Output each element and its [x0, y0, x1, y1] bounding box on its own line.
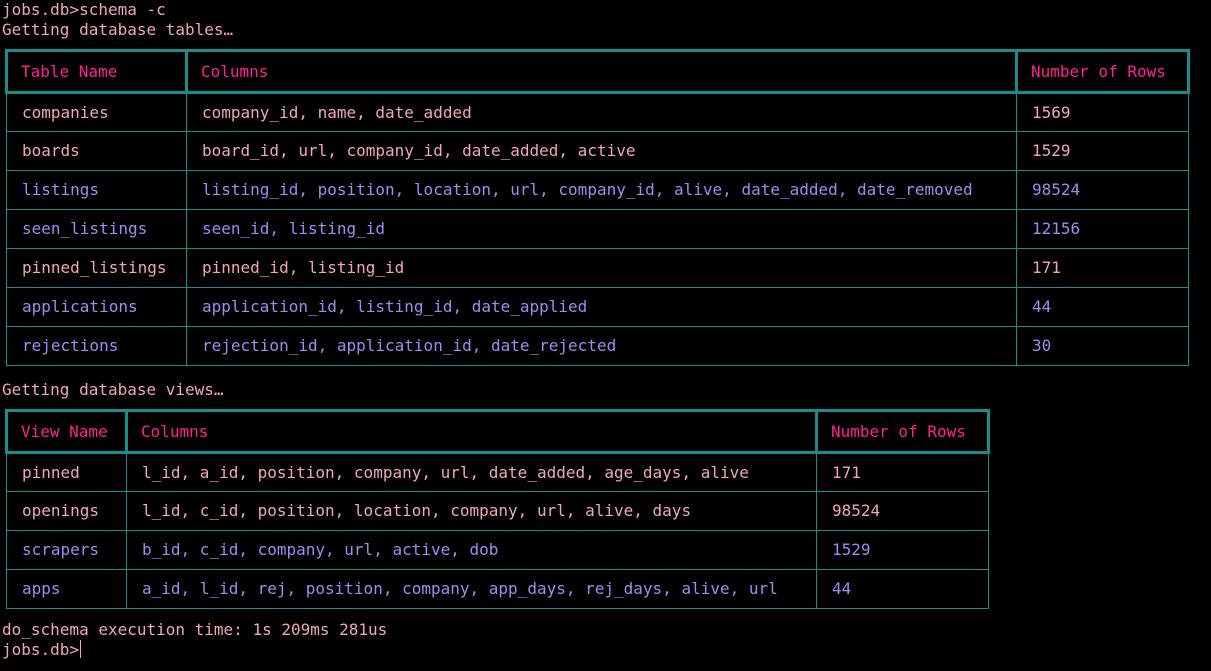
- columns-cell: application_id, listing_id, date_applied: [186, 287, 1017, 327]
- header-number-of-rows: Number of Rows: [1015, 49, 1190, 94]
- table-row: pinned l_id, a_id, position, company, ur…: [6, 452, 989, 492]
- table-name-cell: rejections: [6, 326, 187, 366]
- table-name-cell: seen_listings: [6, 209, 187, 249]
- table-name-cell: companies: [6, 92, 187, 132]
- table-row: companies company_id, name, date_added 1…: [6, 92, 1189, 132]
- row-count-cell: 1529: [816, 530, 989, 570]
- views-table-header-row: View Name Columns Number of Rows: [5, 409, 990, 454]
- view-name-cell: pinned: [6, 452, 127, 492]
- table-name-cell: pinned_listings: [6, 248, 187, 288]
- table-row: applications application_id, listing_id,…: [6, 287, 1189, 327]
- view-name-cell: apps: [6, 569, 127, 609]
- header-columns: Columns: [125, 409, 818, 454]
- row-count-cell: 30: [1016, 326, 1189, 366]
- row-count-cell: 1569: [1016, 92, 1189, 132]
- table-row: seen_listings seen_id, listing_id 12156: [6, 209, 1189, 249]
- command-line: jobs.db>schema -c: [2, 0, 166, 19]
- header-columns: Columns: [185, 49, 1018, 94]
- header-view-name: View Name: [5, 409, 128, 454]
- columns-cell: l_id, a_id, position, company, url, date…: [126, 452, 817, 492]
- table-name-cell: boards: [6, 131, 187, 171]
- view-name-cell: scrapers: [6, 530, 127, 570]
- table-name-cell: listings: [6, 170, 187, 210]
- table-row: boards board_id, url, company_id, date_a…: [6, 131, 1189, 171]
- columns-cell: l_id, c_id, position, location, company,…: [126, 491, 817, 531]
- row-count-cell: 1529: [1016, 131, 1189, 171]
- header-table-name: Table Name: [5, 49, 188, 94]
- table-row: openings l_id, c_id, position, location,…: [6, 491, 989, 531]
- columns-cell: board_id, url, company_id, date_added, a…: [186, 131, 1017, 171]
- views-table: View Name Columns Number of Rows pinned …: [5, 409, 990, 609]
- columns-cell: seen_id, listing_id: [186, 209, 1017, 249]
- row-count-cell: 12156: [1016, 209, 1189, 249]
- row-count-cell: 98524: [816, 491, 989, 531]
- row-count-cell: 171: [816, 452, 989, 492]
- text-cursor: [80, 640, 82, 658]
- columns-cell: pinned_id, listing_id: [186, 248, 1017, 288]
- row-count-cell: 171: [1016, 248, 1189, 288]
- columns-cell: listing_id, position, location, url, com…: [186, 170, 1017, 210]
- tables-table-header-row: Table Name Columns Number of Rows: [5, 49, 1190, 94]
- prompt-text: jobs.db>: [2, 640, 80, 659]
- columns-cell: company_id, name, date_added: [186, 92, 1017, 132]
- tables-table: Table Name Columns Number of Rows compan…: [5, 49, 1190, 366]
- views-status-text: Getting database views…: [2, 380, 224, 399]
- columns-cell: a_id, l_id, rej, position, company, app_…: [126, 569, 817, 609]
- table-row: listings listing_id, position, location,…: [6, 170, 1189, 210]
- table-name-cell: applications: [6, 287, 187, 327]
- execution-time-text: do_schema execution time: 1s 209ms 281us: [2, 620, 388, 639]
- prompt-line[interactable]: jobs.db>: [2, 640, 82, 660]
- tables-status-text: Getting database tables…: [2, 20, 234, 39]
- table-row: apps a_id, l_id, rej, position, company,…: [6, 569, 989, 609]
- row-count-cell: 44: [816, 569, 989, 609]
- table-row: scrapers b_id, c_id, company, url, activ…: [6, 530, 989, 570]
- table-row: pinned_listings pinned_id, listing_id 17…: [6, 248, 1189, 288]
- row-count-cell: 98524: [1016, 170, 1189, 210]
- view-name-cell: openings: [6, 491, 127, 531]
- header-number-of-rows: Number of Rows: [815, 409, 990, 454]
- table-row: rejections rejection_id, application_id,…: [6, 326, 1189, 366]
- columns-cell: rejection_id, application_id, date_rejec…: [186, 326, 1017, 366]
- row-count-cell: 44: [1016, 287, 1189, 327]
- columns-cell: b_id, c_id, company, url, active, dob: [126, 530, 817, 570]
